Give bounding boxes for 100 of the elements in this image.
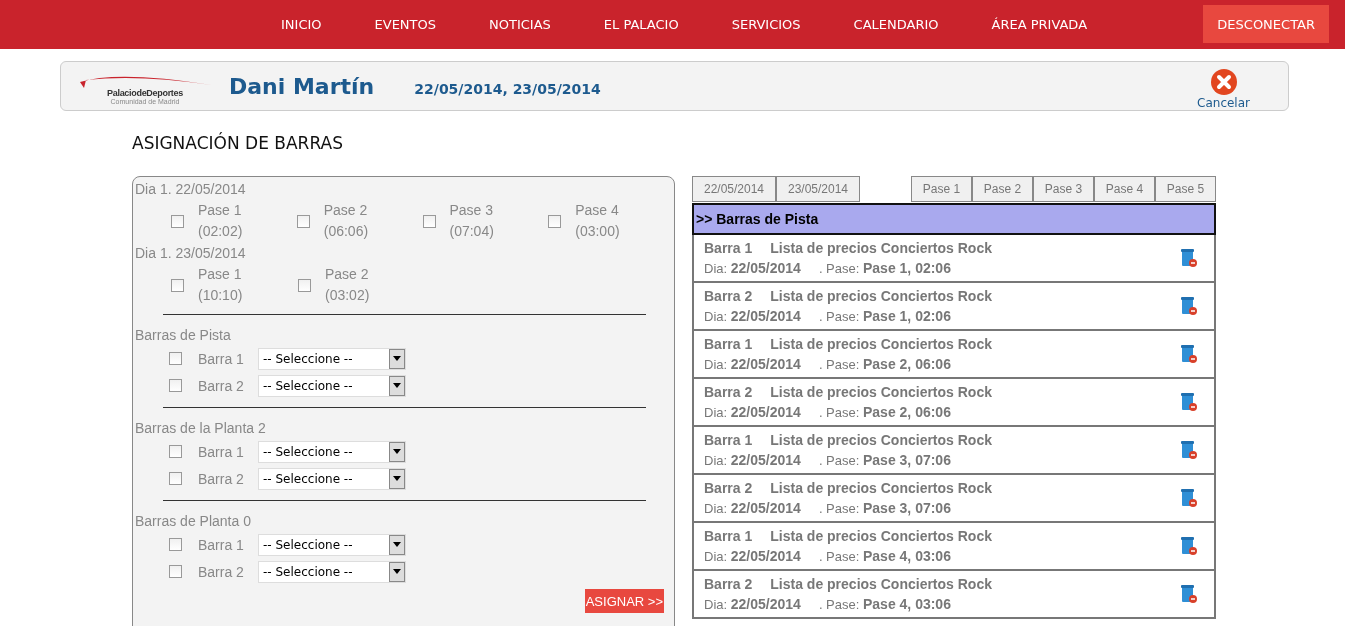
trash-icon[interactable] <box>1180 536 1198 556</box>
price-list-name: Lista de precios Conciertos Rock <box>770 238 992 258</box>
pass-time: (10:10) <box>198 286 243 305</box>
bar-label: Barra 2 <box>198 563 245 580</box>
bar-label: Barra 1 <box>198 536 245 553</box>
pass-info: . Pase: Pase 2, 06:06 <box>818 356 951 372</box>
nav-link[interactable]: SERVICIOS <box>731 17 801 32</box>
checkbox[interactable] <box>296 214 310 228</box>
close-icon[interactable] <box>1209 68 1238 96</box>
pass-name: Pase 3 <box>449 201 494 220</box>
pass-tab[interactable]: Pase 1 <box>911 176 972 202</box>
caret-icon <box>393 383 401 388</box>
checkbox[interactable] <box>169 445 182 458</box>
logo-name: PalaciodeDeportes <box>107 88 183 98</box>
checkbox[interactable] <box>169 565 182 578</box>
date-tab[interactable]: 22/05/2014 <box>692 176 776 202</box>
caret-icon <box>393 569 401 574</box>
pass-tab[interactable]: Pase 5 <box>1155 176 1216 202</box>
day-info: Dia: 22/05/2014 <box>704 500 801 516</box>
trash-icon[interactable] <box>1180 296 1198 316</box>
pass-name: Pase 1 <box>198 265 243 284</box>
trash-icon[interactable] <box>1180 488 1198 508</box>
pass-name: Pase 2 <box>325 265 370 284</box>
pass-info: . Pase: Pase 2, 06:06 <box>818 404 951 420</box>
trash-icon[interactable] <box>1180 440 1198 460</box>
trash-icon[interactable] <box>1180 344 1198 364</box>
trash-icon[interactable] <box>1180 584 1198 604</box>
checkbox[interactable] <box>171 278 184 292</box>
price-list-dropdown[interactable]: -- Seleccione -- <box>258 533 406 556</box>
bar-label: Barra 1 <box>198 350 245 367</box>
price-list-dropdown[interactable]: -- Seleccione -- <box>258 560 406 583</box>
pass-tab[interactable]: Pase 4 <box>1094 176 1155 202</box>
pass-time: (03:02) <box>325 286 370 305</box>
cancel-link[interactable]: Cancelar <box>1197 96 1250 110</box>
pass-time: (03:00) <box>575 222 620 241</box>
group-label: Barras de la Planta 2 <box>135 419 267 438</box>
checkbox[interactable] <box>422 214 436 228</box>
pass-info: . Pase: Pase 1, 02:06 <box>818 260 951 276</box>
checkbox[interactable] <box>169 379 182 392</box>
nav-link[interactable]: EL PALACIO <box>603 17 679 32</box>
pass-time: (07:04) <box>449 222 494 241</box>
pass-name: Pase 2 <box>323 201 369 220</box>
price-list-name: Lista de precios Conciertos Rock <box>770 478 992 498</box>
price-list-dropdown[interactable]: -- Seleccione -- <box>258 347 406 370</box>
pass-name: Pase 1 <box>198 201 243 220</box>
artist-name: Dani Martín <box>229 73 375 99</box>
bar-name: Barra 1 <box>704 526 753 546</box>
group-label: Barras de Pista <box>135 326 232 345</box>
checkbox[interactable] <box>171 214 184 228</box>
pass-tab[interactable]: Pase 3 <box>1033 176 1094 202</box>
bar-name: Barra 1 <box>704 238 753 258</box>
checkbox[interactable] <box>169 352 182 365</box>
pass-info: . Pase: Pase 3, 07:06 <box>818 452 951 468</box>
bar-name: Barra 1 <box>704 334 753 354</box>
nav-link[interactable]: NOTICIAS <box>489 17 551 32</box>
day-info: Dia: 22/05/2014 <box>704 404 801 420</box>
checkbox[interactable] <box>298 278 311 292</box>
pass-info: . Pase: Pase 1, 02:06 <box>818 308 951 324</box>
nav-link[interactable]: ÁREA PRIVADA <box>991 17 1088 32</box>
checkbox[interactable] <box>548 214 562 228</box>
caret-icon <box>393 449 401 454</box>
caret-icon <box>393 542 401 547</box>
price-list-dropdown[interactable]: -- Seleccione -- <box>258 374 406 397</box>
section-header: >> Barras de Pista <box>692 203 1216 235</box>
day-info: Dia: 22/05/2014 <box>704 308 801 324</box>
bar-name: Barra 2 <box>704 382 753 402</box>
checkbox[interactable] <box>169 472 182 485</box>
logout-button[interactable]: DESCONECTAR <box>1203 5 1329 43</box>
trash-icon[interactable] <box>1180 248 1198 268</box>
pass-time: (06:06) <box>323 222 369 241</box>
price-list-dropdown[interactable]: -- Seleccione -- <box>258 467 406 490</box>
nav-link[interactable]: INICIO <box>281 17 322 32</box>
day-info: Dia: 22/05/2014 <box>704 596 801 612</box>
price-list-name: Lista de precios Conciertos Rock <box>770 526 992 546</box>
day-info: Dia: 22/05/2014 <box>704 356 801 372</box>
bar-name: Barra 1 <box>704 430 753 450</box>
bar-label: Barra 1 <box>198 443 245 460</box>
pass-info: . Pase: Pase 4, 03:06 <box>818 596 951 612</box>
group-label: Barras de Planta 0 <box>135 512 252 531</box>
nav-link[interactable]: EVENTOS <box>374 17 437 32</box>
nav-link[interactable]: CALENDARIO <box>853 17 939 32</box>
price-list-dropdown[interactable]: -- Seleccione -- <box>258 440 406 463</box>
trash-icon[interactable] <box>1180 392 1198 412</box>
price-list-name: Lista de precios Conciertos Rock <box>770 334 992 354</box>
price-list-name: Lista de precios Conciertos Rock <box>770 286 992 306</box>
price-list-name: Lista de precios Conciertos Rock <box>770 430 992 450</box>
pass-tab[interactable]: Pase 2 <box>972 176 1033 202</box>
assign-button[interactable]: ASIGNAR >> <box>584 589 664 613</box>
pass-info: . Pase: Pase 4, 03:06 <box>818 548 951 564</box>
bar-name: Barra 2 <box>704 478 753 498</box>
date-tab[interactable]: 23/05/2014 <box>776 176 860 202</box>
caret-icon <box>393 476 401 481</box>
bar-name: Barra 2 <box>704 574 753 594</box>
page-title: ASIGNACIÓN DE BARRAS <box>132 133 344 153</box>
day-info: Dia: 22/05/2014 <box>704 452 801 468</box>
caret-icon <box>393 356 401 361</box>
checkbox[interactable] <box>169 538 182 551</box>
price-list-name: Lista de precios Conciertos Rock <box>770 574 992 594</box>
bar-name: Barra 2 <box>704 286 753 306</box>
pass-name: Pase 4 <box>575 201 620 220</box>
